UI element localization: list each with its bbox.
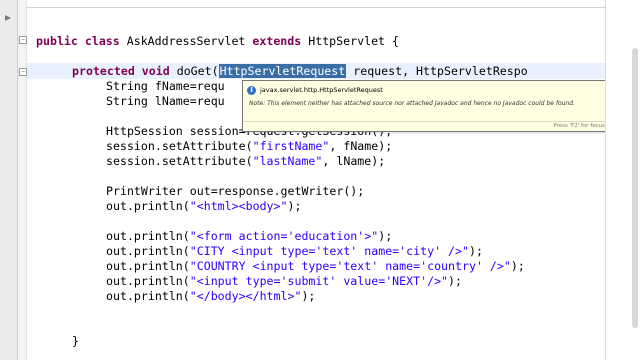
code-text: ); <box>287 199 302 213</box>
hover-note: Note: This element neither has attached … <box>249 100 575 107</box>
string-literal: "lastName" <box>252 154 323 168</box>
code-text: PrintWriter out=response.getWriter(); <box>106 184 365 198</box>
scrollbar-thumb[interactable] <box>632 48 638 328</box>
fold-collapse-icon[interactable]: − <box>19 36 27 44</box>
code-text: out.println( <box>106 259 190 273</box>
code-text: request, HttpServletRespo <box>346 64 528 78</box>
pin-icon[interactable] <box>4 14 12 22</box>
code-text: ); <box>378 229 393 243</box>
annotation-ruler[interactable] <box>18 0 27 360</box>
hover-title: javax.servlet.http.HttpServletRequest <box>260 86 383 94</box>
string-literal: "<input type='submit' value='NEXT'/>" <box>189 274 449 288</box>
string-literal: "COUNTRY <input type='text' name='countr… <box>189 259 511 273</box>
class-icon: I <box>247 85 256 95</box>
code-text: String lName=requ <box>106 94 225 108</box>
string-literal: "</body></html>" <box>189 289 302 303</box>
code-text: out.println( <box>106 289 190 303</box>
code-text: out.println( <box>106 229 190 243</box>
code-text: , fName); <box>329 139 393 153</box>
code-line: String fName=requ <box>106 78 225 94</box>
hover-header: I javax.servlet.http.HttpServletRequest <box>247 84 383 96</box>
code-line: String lName=requ <box>106 93 225 109</box>
code-text: ); <box>510 259 525 273</box>
string-literal: "<html><body>" <box>189 199 288 213</box>
code-line: out.println("</body></html>"); <box>106 288 315 304</box>
keyword: public class <box>36 34 120 48</box>
string-literal: "CITY <input type='text' name='city' />" <box>189 244 469 258</box>
string-literal: "firstName" <box>252 139 330 153</box>
code-line-current: protected void doGet(HttpServletRequest … <box>72 63 528 79</box>
code-text: ); <box>448 274 462 288</box>
keyword: extends <box>252 34 302 48</box>
code-text: session.setAttribute( <box>106 139 253 153</box>
code-text: ); <box>468 244 483 258</box>
code-line: session.setAttribute("lastName", lName); <box>106 153 385 169</box>
code-text: out.println( <box>106 274 190 288</box>
code-line: out.println("<html><body>"); <box>106 198 301 214</box>
string-literal: "<form action='education'>" <box>189 229 379 243</box>
code-line: session.setAttribute("firstName", fName)… <box>106 138 392 154</box>
code-text: doGet( <box>169 64 219 78</box>
code-line: PrintWriter out=response.getWriter(); <box>106 183 364 199</box>
selected-type-name[interactable]: HttpServletRequest <box>218 64 347 78</box>
javadoc-hover-popup[interactable]: I javax.servlet.http.HttpServletRequest … <box>242 80 612 132</box>
code-line: } <box>72 333 79 349</box>
code-line: out.println("COUNTRY <input type='text' … <box>106 258 525 274</box>
keyword: protected void <box>72 64 170 78</box>
code-text: out.println( <box>106 244 190 258</box>
code-text: AskAddressServlet <box>119 34 253 48</box>
code-editor[interactable]: public class AskAddressServlet extends H… <box>36 0 606 360</box>
code-line: out.println("<form action='education'>")… <box>106 228 392 244</box>
code-text: out.println( <box>106 199 190 213</box>
code-text: HttpServlet { <box>301 34 399 48</box>
hover-footer: Press 'F2' for focus <box>243 121 611 131</box>
code-text: ); <box>301 289 316 303</box>
code-text: , lName); <box>322 154 386 168</box>
closing-brace: } <box>72 334 79 348</box>
fold-collapse-icon[interactable]: − <box>19 68 27 76</box>
code-line: public class AskAddressServlet extends H… <box>36 33 399 49</box>
editor-left-strip <box>0 0 18 360</box>
code-text: String fName=requ <box>106 79 225 93</box>
code-line: out.println("<input type='submit' value=… <box>106 273 462 289</box>
code-line: out.println("CITY <input type='text' nam… <box>106 243 483 259</box>
code-text: session.setAttribute( <box>106 154 253 168</box>
vertical-scrollbar[interactable] <box>605 0 640 360</box>
